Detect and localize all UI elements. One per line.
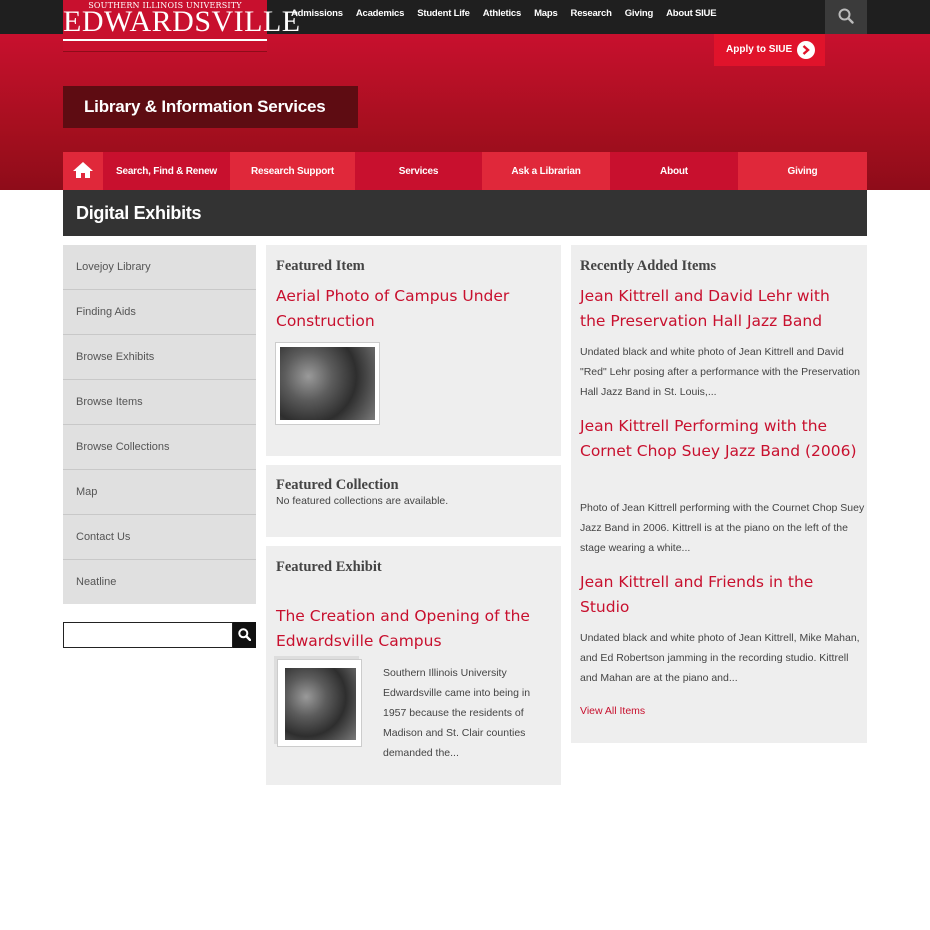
- featured-item-thumbnail[interactable]: [275, 342, 380, 425]
- site-search-button[interactable]: [825, 0, 867, 34]
- top-nav-admissions[interactable]: Admissions: [291, 8, 343, 22]
- sidebar: Lovejoy Library Finding Aids Browse Exhi…: [63, 245, 256, 604]
- top-nav-research[interactable]: Research: [571, 8, 612, 22]
- nav-about[interactable]: About: [610, 152, 738, 190]
- page-title: Digital Exhibits: [63, 190, 867, 236]
- nav-ask-librarian[interactable]: Ask a Librarian: [482, 152, 610, 190]
- search-submit-button[interactable]: [233, 622, 256, 648]
- view-all-items-link[interactable]: View All Items: [580, 701, 645, 721]
- exhibit-photo-image: [285, 668, 356, 740]
- featured-item-title[interactable]: Aerial Photo of Campus Under Constructio…: [276, 284, 546, 334]
- recent-items-panel: Recently Added Items Jean Kittrell and D…: [571, 245, 867, 743]
- featured-collection-panel: Featured Collection No featured collecti…: [266, 465, 561, 537]
- sidebar-search: [63, 622, 256, 648]
- recent-item-description: Undated black and white photo of Jean Ki…: [580, 346, 861, 398]
- nav-giving[interactable]: Giving: [738, 152, 867, 190]
- home-button[interactable]: [63, 152, 103, 190]
- recent-items-heading: Recently Added Items: [580, 258, 717, 274]
- sidebar-item-browse-collections[interactable]: Browse Collections: [63, 425, 256, 470]
- top-nav-about[interactable]: About SIUE: [666, 8, 716, 22]
- sidebar-item-contact-us[interactable]: Contact Us: [63, 515, 256, 560]
- top-nav-athletics[interactable]: Athletics: [483, 8, 522, 22]
- sidebar-item-finding-aids[interactable]: Finding Aids: [63, 290, 256, 335]
- recent-item-title[interactable]: Jean Kittrell Performing with the Cornet…: [580, 414, 865, 464]
- featured-exhibit-heading: Featured Exhibit: [276, 559, 382, 575]
- nav-search-find-renew[interactable]: Search, Find & Renew: [103, 152, 230, 190]
- top-nav: Admissions Academics Student Life Athlet…: [291, 8, 729, 22]
- aerial-photo-image: [280, 347, 375, 420]
- nav-services[interactable]: Services: [355, 152, 482, 190]
- featured-exhibit-thumbnail[interactable]: [277, 659, 362, 747]
- featured-item-panel: Featured Item Aerial Photo of Campus Und…: [266, 245, 561, 456]
- sidebar-item-neatline[interactable]: Neatline: [63, 560, 256, 604]
- top-nav-giving[interactable]: Giving: [625, 8, 654, 22]
- featured-exhibit-title[interactable]: The Creation and Opening of the Edwardsv…: [276, 604, 556, 654]
- arrow-right-icon: [797, 41, 815, 59]
- top-nav-maps[interactable]: Maps: [534, 8, 558, 22]
- recent-item-title[interactable]: Jean Kittrell and David Lehr with the Pr…: [580, 284, 860, 334]
- recent-item-description: Photo of Jean Kittrell performing with t…: [580, 502, 865, 554]
- top-nav-academics[interactable]: Academics: [356, 8, 405, 22]
- main-nav: Search, Find & Renew Research Support Se…: [63, 152, 867, 190]
- featured-exhibit-panel: Featured Exhibit The Creation and Openin…: [266, 546, 561, 785]
- featured-exhibit-description: Southern Illinois University Edwardsvill…: [383, 667, 531, 759]
- featured-item-heading: Featured Item: [276, 258, 365, 274]
- recent-item-description: Undated black and white photo of Jean Ki…: [580, 632, 860, 684]
- site-title[interactable]: Library & Information Services: [63, 86, 358, 128]
- apply-button[interactable]: Apply to SIUE: [714, 34, 825, 66]
- featured-collection-heading: Featured Collection: [276, 477, 399, 493]
- sidebar-item-lovejoy-library[interactable]: Lovejoy Library: [63, 245, 256, 290]
- search-input[interactable]: [63, 622, 233, 648]
- featured-collection-text: No featured collections are available.: [276, 495, 449, 507]
- recent-item-title[interactable]: Jean Kittrell and Friends in the Studio: [580, 570, 850, 620]
- university-logo[interactable]: SOUTHERN ILLINOIS UNIVERSITY EDWARDSVILL…: [63, 0, 300, 52]
- sidebar-item-browse-items[interactable]: Browse Items: [63, 380, 256, 425]
- top-nav-student-life[interactable]: Student Life: [417, 8, 470, 22]
- apply-label: Apply to SIUE: [726, 44, 793, 55]
- logo-big-text: EDWARDSVILLE: [63, 5, 300, 41]
- sidebar-item-browse-exhibits[interactable]: Browse Exhibits: [63, 335, 256, 380]
- nav-research-support[interactable]: Research Support: [230, 152, 355, 190]
- sidebar-item-map[interactable]: Map: [63, 470, 256, 515]
